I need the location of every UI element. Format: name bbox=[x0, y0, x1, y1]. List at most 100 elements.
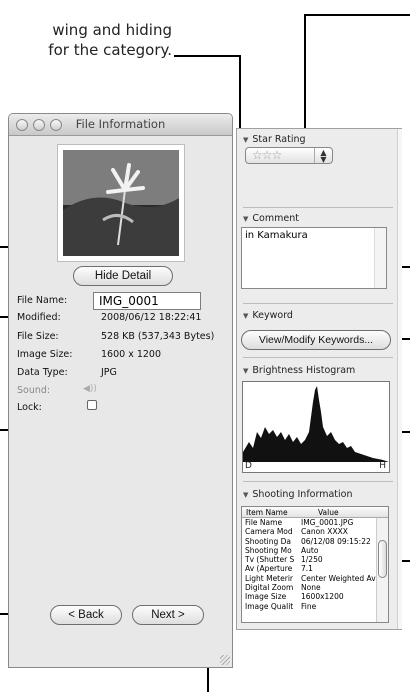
comment-textarea[interactable]: in Kamakura bbox=[241, 227, 387, 289]
panel-edge bbox=[397, 129, 402, 629]
row-value: 1/250 bbox=[301, 555, 323, 565]
table-row: Image Size 1600x1200 bbox=[242, 592, 388, 601]
table-row: Tv (Shutter S 1/250 bbox=[242, 555, 388, 564]
disclosure-triangle-icon[interactable]: ▼ bbox=[243, 367, 248, 375]
row-value: Center Weighted Avg. bbox=[301, 573, 383, 583]
keyword-header[interactable]: ▼ Keyword bbox=[243, 310, 293, 321]
table-row: Shooting Da 06/12/08 09:15:22 bbox=[242, 537, 388, 546]
star-rating-select[interactable]: ☆☆☆ ▲ ▼ bbox=[245, 147, 333, 164]
sound-label: Sound: bbox=[17, 385, 51, 396]
scrollbar-thumb[interactable] bbox=[378, 540, 387, 578]
table-header: Item Name Value bbox=[242, 507, 388, 518]
star-icons: ☆☆☆ bbox=[252, 148, 282, 162]
caption-line-2: for the category. bbox=[48, 41, 172, 59]
file-information-window: File Information Hide Detail File Name: … bbox=[8, 113, 233, 668]
shooting-info-scrollbar[interactable] bbox=[376, 518, 388, 622]
modified-label: Modified: bbox=[17, 312, 61, 323]
row-key: Shooting Mo bbox=[245, 545, 292, 555]
info-row-lock: Lock: bbox=[17, 401, 227, 415]
file-name-label: File Name: bbox=[17, 295, 68, 306]
star-rating-title: Star Rating bbox=[252, 134, 306, 145]
flower-photo-icon bbox=[63, 150, 179, 256]
comment-title: Comment bbox=[252, 213, 299, 224]
separator bbox=[243, 303, 393, 304]
photo-thumbnail bbox=[63, 150, 179, 256]
row-value: 1600x1200 bbox=[301, 592, 344, 602]
view-modify-keywords-button[interactable]: View/Modify Keywords... bbox=[241, 330, 391, 350]
table-row: Shooting Mo Auto bbox=[242, 546, 388, 555]
hide-detail-button[interactable]: Hide Detail bbox=[73, 266, 173, 286]
row-key: Camera Mod bbox=[245, 527, 293, 537]
caption-text: wing and hiding for the category. bbox=[0, 20, 172, 60]
row-key: Av (Aperture bbox=[245, 564, 293, 574]
row-value: IMG_0001.JPG bbox=[301, 518, 354, 527]
comment-scrollbar[interactable] bbox=[374, 228, 386, 288]
histogram-header[interactable]: ▼ Brightness Histogram bbox=[243, 365, 355, 376]
row-value: Fine bbox=[301, 601, 317, 611]
file-size-label: File Size: bbox=[17, 331, 59, 342]
shooting-info-header[interactable]: ▼ Shooting Information bbox=[243, 489, 353, 500]
shooting-info-title: Shooting Information bbox=[252, 489, 353, 500]
histogram-title: Brightness Histogram bbox=[252, 365, 356, 376]
info-row-data-type: Data Type: JPG bbox=[17, 366, 227, 380]
table-row: Image Qualit Fine bbox=[242, 602, 388, 611]
table-row: Digital Zoom None bbox=[242, 583, 388, 592]
table-row: File Name IMG_0001.JPG bbox=[242, 518, 388, 527]
lock-checkbox[interactable] bbox=[87, 400, 97, 410]
modified-value: 2008/06/12 18:22:41 bbox=[101, 312, 202, 323]
disclosure-triangle-icon[interactable]: ▼ bbox=[243, 312, 248, 320]
back-button[interactable]: < Back bbox=[50, 605, 122, 625]
data-type-value: JPG bbox=[101, 367, 117, 378]
info-row-image-size: Image Size: 1600 x 1200 bbox=[17, 348, 227, 362]
file-name-field[interactable]: IMG_0001 bbox=[93, 292, 201, 310]
row-key: Digital Zoom bbox=[245, 583, 294, 593]
table-row: Light Meterir Center Weighted Avg. bbox=[242, 574, 388, 583]
window-titlebar[interactable]: File Information bbox=[9, 114, 232, 136]
info-row-modified: Modified: 2008/06/12 18:22:41 bbox=[17, 311, 227, 325]
column-header-item-name[interactable]: Item Name bbox=[246, 508, 288, 517]
info-row-file-size: File Size: 528 KB (537,343 Bytes) bbox=[17, 330, 227, 344]
image-size-label: Image Size: bbox=[17, 349, 73, 360]
table-row: Av (Aperture 7.1 bbox=[242, 564, 388, 573]
histogram-highlight-label: H bbox=[379, 461, 386, 471]
brightness-histogram: D H bbox=[242, 381, 390, 473]
row-key: Tv (Shutter S bbox=[245, 555, 295, 565]
separator bbox=[243, 481, 393, 482]
row-value: Auto bbox=[301, 545, 319, 555]
disclosure-triangle-icon[interactable]: ▼ bbox=[243, 491, 248, 499]
image-preview bbox=[57, 144, 185, 262]
row-value: 7.1 bbox=[301, 564, 313, 574]
callout-caption-h bbox=[174, 55, 240, 57]
table-row: Camera Mod Canon XXXX bbox=[242, 527, 388, 536]
row-key: Light Meterir bbox=[245, 573, 293, 583]
disclosure-triangle-icon[interactable]: ▼ bbox=[243, 136, 248, 144]
callout-star-h bbox=[304, 14, 410, 16]
row-value: 06/12/08 09:15:22 bbox=[301, 536, 371, 546]
comment-header[interactable]: ▼ Comment bbox=[243, 213, 299, 224]
next-button[interactable]: Next > bbox=[132, 605, 204, 625]
select-arrows-icon: ▲ ▼ bbox=[314, 148, 332, 164]
histogram-graph bbox=[243, 386, 389, 462]
caption-line-1: wing and hiding bbox=[52, 21, 172, 39]
resize-grip-icon[interactable] bbox=[220, 655, 230, 665]
manual-figure: wing and hiding for the category. File I… bbox=[0, 0, 410, 692]
detail-panel: ▼ Star Rating ☆☆☆ ▲ ▼ ▼ Comment in Kamakura… bbox=[236, 128, 402, 630]
row-key: File Name bbox=[245, 518, 283, 527]
keyword-title: Keyword bbox=[252, 310, 293, 321]
disclosure-triangle-icon[interactable]: ▼ bbox=[243, 215, 248, 223]
row-key: Image Size bbox=[245, 592, 287, 602]
speaker-icon: ◀)) bbox=[83, 384, 97, 394]
shooting-info-table[interactable]: Item Name Value File Name IMG_0001.JPG Ca… bbox=[241, 506, 389, 623]
window-title: File Information bbox=[75, 117, 166, 131]
separator bbox=[243, 357, 393, 358]
comment-text: in Kamakura bbox=[245, 230, 308, 241]
star-rating-header[interactable]: ▼ Star Rating bbox=[243, 134, 306, 145]
info-row-sound: Sound: bbox=[17, 384, 227, 398]
row-key: Image Qualit bbox=[245, 601, 294, 611]
data-type-label: Data Type: bbox=[17, 367, 68, 378]
row-key: Shooting Da bbox=[245, 536, 291, 546]
file-size-value: 528 KB (537,343 Bytes) bbox=[101, 331, 215, 342]
column-header-value[interactable]: Value bbox=[318, 508, 339, 517]
image-size-value: 1600 x 1200 bbox=[101, 349, 162, 360]
histogram-dark-label: D bbox=[245, 461, 252, 471]
